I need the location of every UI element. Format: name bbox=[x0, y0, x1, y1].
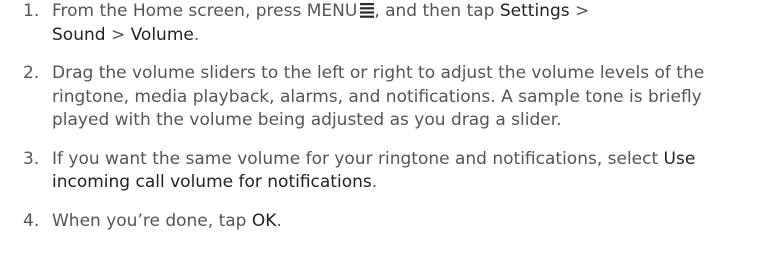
step-item: 4. When you’re done, tap OK. bbox=[0, 210, 766, 234]
settings-term: Settings bbox=[499, 1, 570, 21]
step-number: 1. bbox=[23, 1, 40, 21]
step-number: 2. bbox=[23, 63, 40, 83]
step-text: . bbox=[371, 172, 378, 192]
step-text: If you want the same volume for your rin… bbox=[52, 148, 664, 169]
step-item: 2. Drag the volume sliders to the left o… bbox=[0, 62, 766, 133]
step-text: When you’re done, tap bbox=[52, 210, 252, 231]
menu-icon bbox=[360, 2, 375, 18]
step-item: 1. From the Home screen, press MENU , and… bbox=[0, 0, 766, 47]
step-text: Drag the volume sliders to the left or r… bbox=[52, 63, 705, 130]
step-number: 3. bbox=[23, 148, 40, 169]
step-item: 3. If you want the same volume for your … bbox=[0, 148, 766, 195]
step-text: . bbox=[276, 210, 282, 231]
step-text: , and then tap bbox=[374, 1, 500, 21]
instruction-list: 1. From the Home screen, press MENU , and… bbox=[0, 0, 766, 233]
path-separator: > bbox=[105, 24, 131, 45]
step-number: 4. bbox=[23, 210, 40, 231]
path-separator: > bbox=[569, 1, 590, 21]
step-text: . bbox=[193, 24, 200, 45]
volume-term: Volume bbox=[130, 24, 194, 45]
ok-term: OK bbox=[251, 210, 277, 231]
sound-term: Sound bbox=[52, 24, 106, 45]
step-text: From the Home screen, press MENU bbox=[52, 1, 358, 21]
